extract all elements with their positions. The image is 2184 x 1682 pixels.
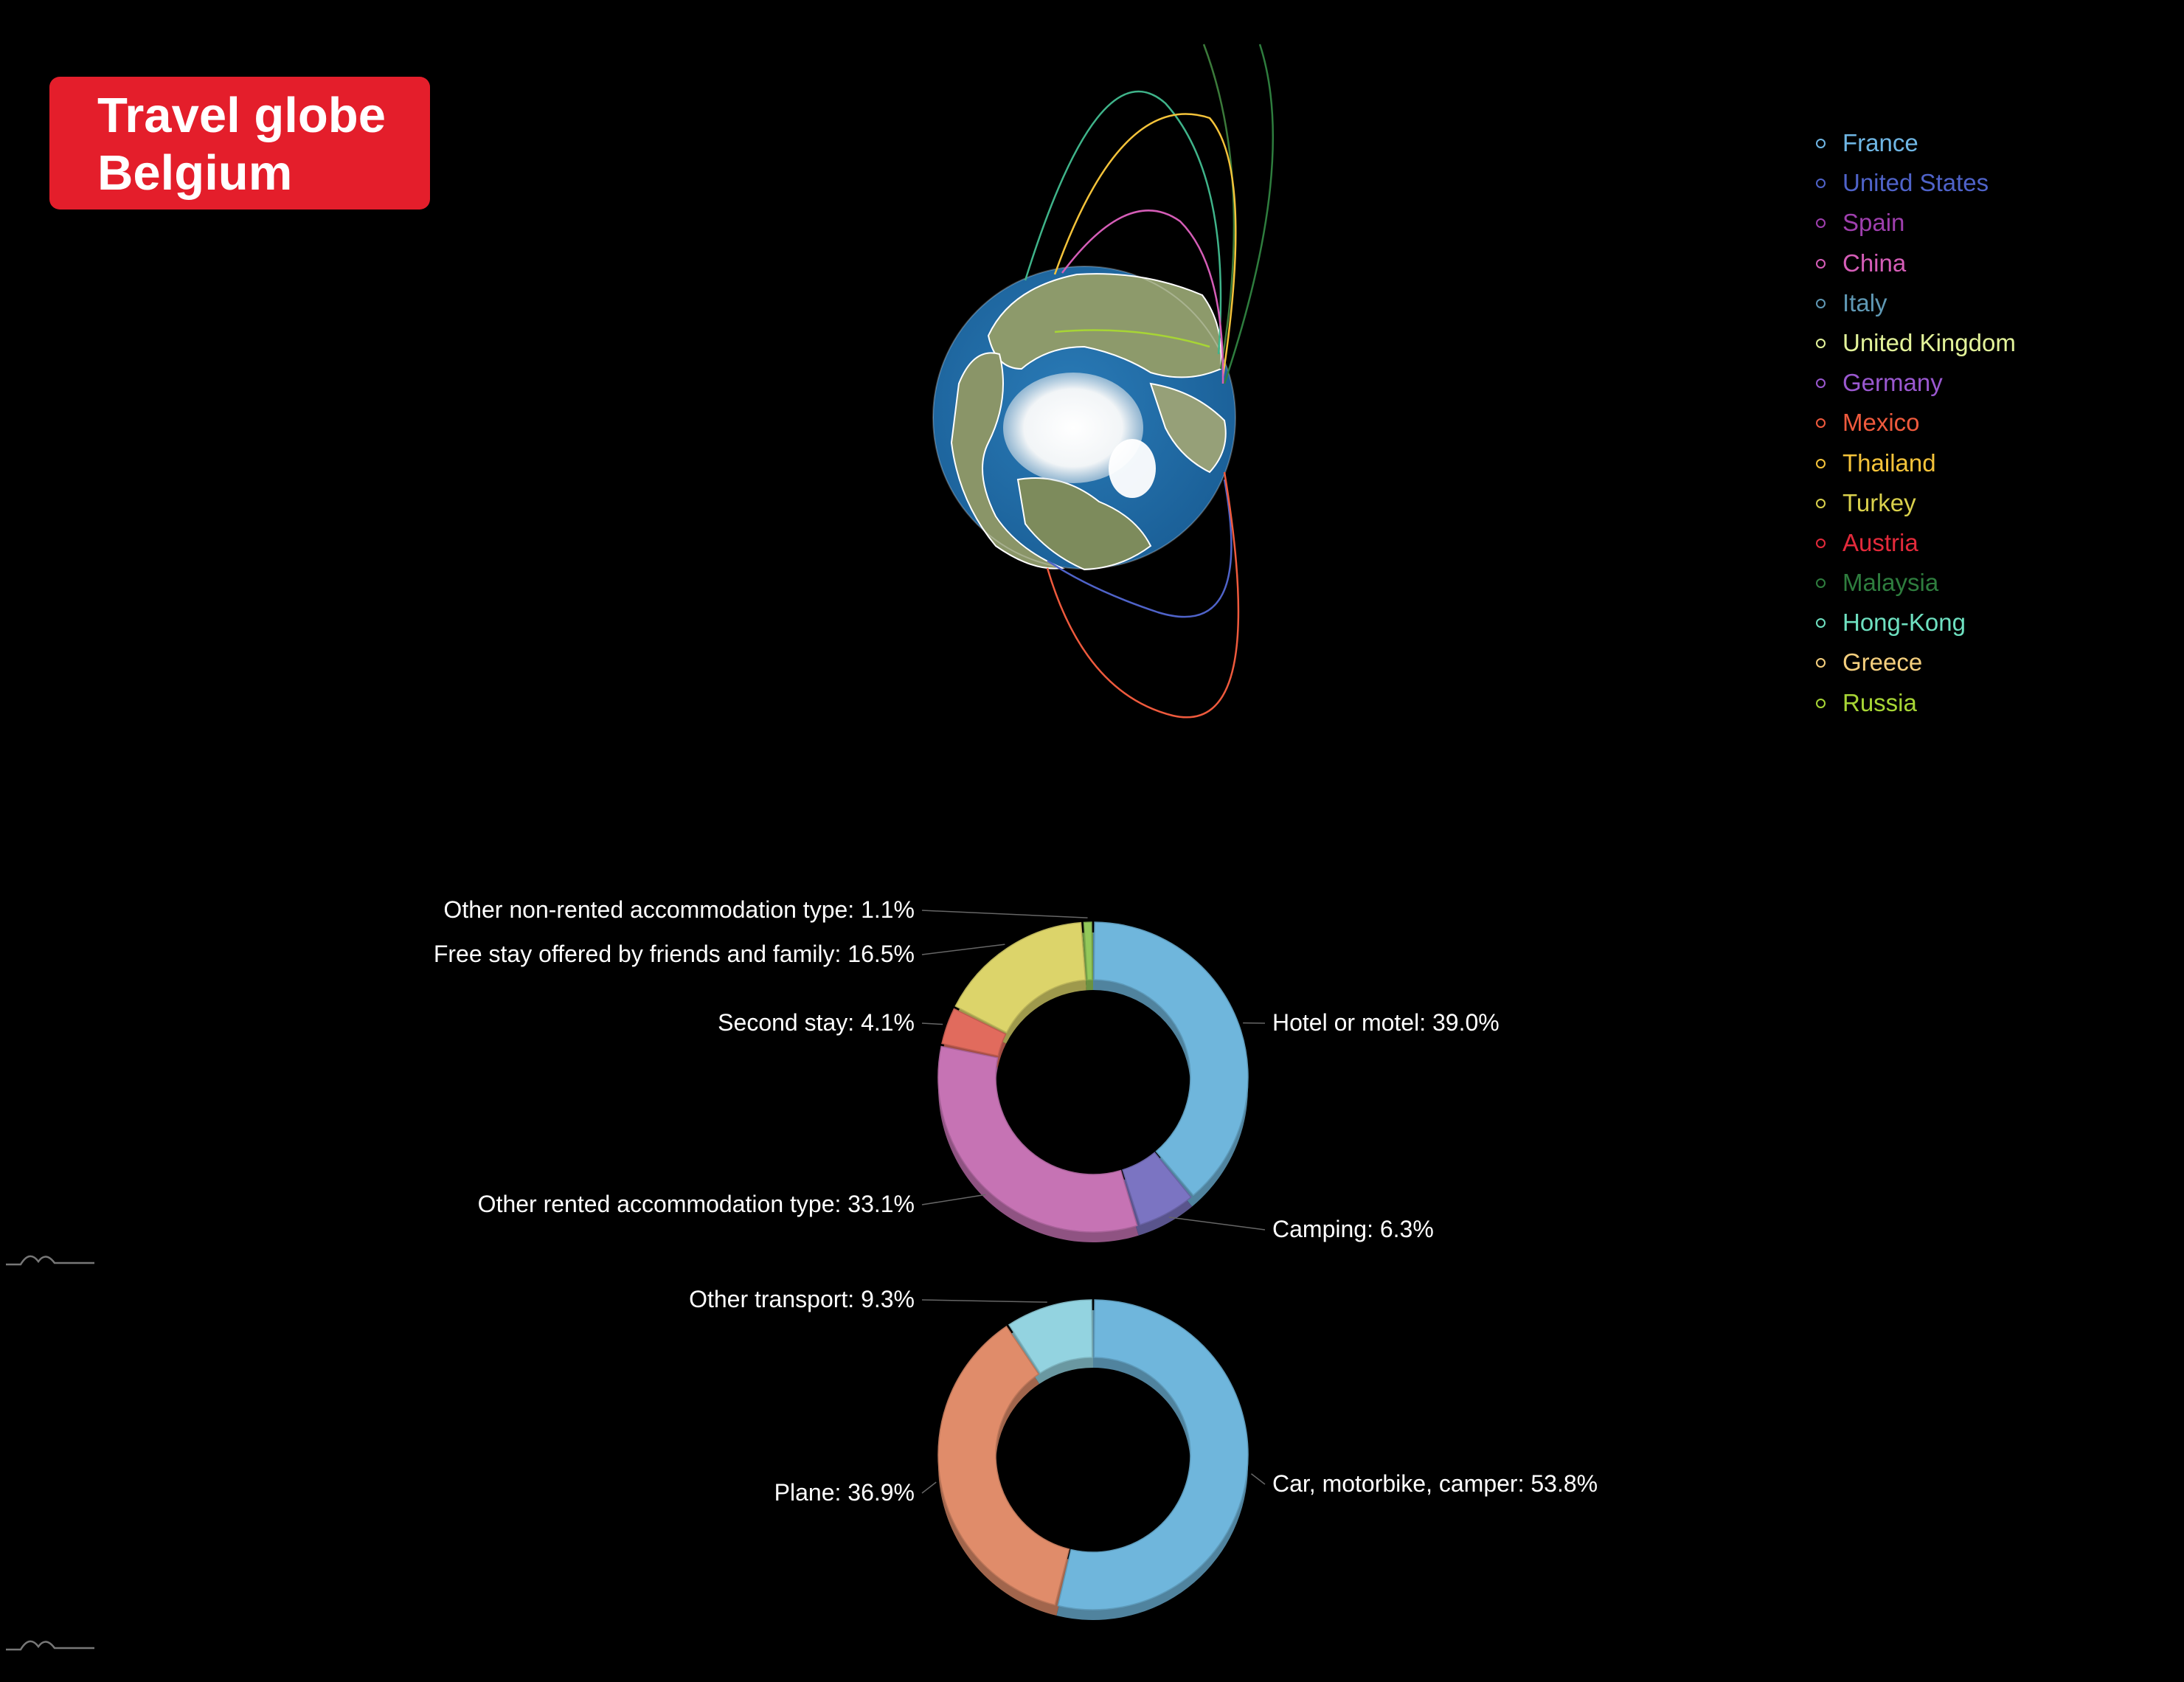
leader-line: [921, 910, 1088, 918]
slice-label: Other non-rented accommodation type: 1.1…: [443, 896, 915, 923]
slice-label: Plane: 36.9%: [774, 1479, 915, 1506]
donut-slice[interactable]: [1093, 921, 1249, 1197]
donut-charts: Hotel or motel: 39.0% Camping: 6.3% Other …: [434, 896, 1598, 1620]
leader-line: [1251, 1473, 1266, 1485]
leader-line: [921, 1194, 986, 1205]
slice-label: Other rented accommodation type: 33.1%: [478, 1191, 915, 1217]
leader-line: [921, 1022, 943, 1025]
slice-label: Camping: 6.3%: [1272, 1216, 1434, 1242]
donut-slice[interactable]: [937, 1045, 1138, 1233]
slice-label: Hotel or motel: 39.0%: [1272, 1009, 1500, 1036]
leader-line: [921, 1299, 1047, 1303]
slice-label: Car, motorbike, camper: 53.8%: [1272, 1470, 1598, 1497]
leader-line: [1168, 1216, 1266, 1231]
leader-line: [921, 944, 1005, 955]
stage: Travel globe Belgium France United State…: [0, 0, 2184, 1682]
slice-label: Second stay: 4.1%: [718, 1009, 915, 1036]
slice-label: Other transport: 9.3%: [689, 1286, 915, 1312]
slice-label: Free stay offered by friends and family:…: [434, 941, 915, 967]
leader-line: [921, 1481, 937, 1494]
amcharts-logo-icon[interactable]: [6, 1630, 94, 1652]
donut-chart-1: Hotel or motel: 39.0% Camping: 6.3% Other …: [434, 896, 1500, 1243]
amcharts-logo-icon[interactable]: [6, 1245, 94, 1267]
donut-chart-2: Car, motorbike, camper: 53.8% Plane: 36.9…: [689, 1286, 1598, 1620]
